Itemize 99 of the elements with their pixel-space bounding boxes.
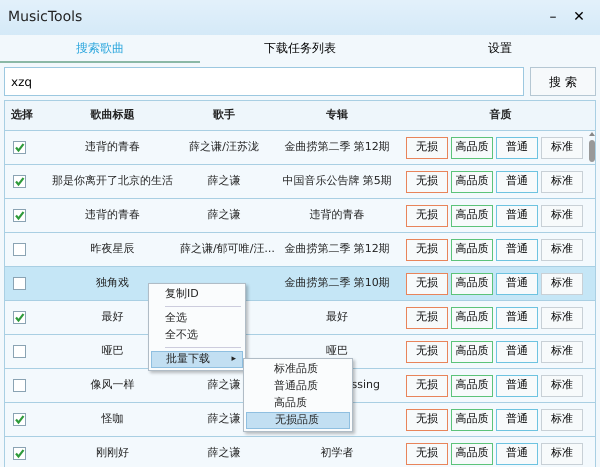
checkbox[interactable] [13,447,26,460]
column-header: 专辑 [325,107,349,124]
quality-button[interactable]: 标准 [541,170,583,192]
table-cell: 违背的青春 [85,208,140,222]
table-cell: 昨夜星辰 [90,242,134,256]
quality-button[interactable]: 普通 [496,442,538,464]
table-row[interactable]: 那是你离开了北京的生活 薛之谦 中国音乐公告牌 第5期 无损 高品质 普通 标准 [5,165,595,199]
quality-button[interactable]: 普通 [496,272,538,294]
table-cell: 像风一样 [90,378,134,392]
checkbox[interactable] [13,277,26,290]
search-button[interactable]: 搜 索 [530,67,596,96]
checkbox[interactable] [13,311,26,324]
menu-item[interactable]: 普通品质 [246,378,350,395]
table-cell: 薛之谦 [208,412,240,426]
submenu-arrow-icon: ▸ [231,352,236,366]
quality-button[interactable]: 普通 [496,340,538,362]
tab[interactable]: 设置 [400,35,600,63]
search-field[interactable]: xzq [4,67,524,96]
minimize-button[interactable]: – [540,7,566,28]
quality-button[interactable]: 高品质 [451,170,493,192]
table-cell: 独角戏 [96,276,129,290]
table-row[interactable]: 昨夜星辰 薛之谦/郁可唯/汪... 金曲捞第二季 第12期 无损 高品质 普通 标准 [5,233,595,267]
quality-button[interactable]: 普通 [496,170,538,192]
table-cell: ssing [352,378,380,392]
column-header: 音质 [488,107,512,124]
quality-button[interactable]: 高品质 [451,238,493,260]
quality-button[interactable]: 无损 [406,408,448,430]
quality-button[interactable]: 无损 [406,340,448,362]
table-cell: 金曲捞第二季 第12期 [284,140,390,154]
checkbox[interactable] [13,209,26,222]
quality-button[interactable]: 高品质 [451,136,493,158]
quality-button[interactable]: 高品质 [451,204,493,226]
table-cell: 中国音乐公告牌 第5期 [282,174,392,188]
table-cell: 薛之谦 [208,378,240,392]
table-cell: 违背的青春 [85,140,140,154]
tab[interactable]: 下载任务列表 [200,35,400,63]
quality-button[interactable]: 无损 [406,306,448,328]
menu-item[interactable]: 批量下载 ▸ [151,351,243,368]
table-cell: 薛之谦 [208,446,240,460]
menu-item[interactable]: 复制ID [151,286,243,303]
quality-button[interactable]: 高品质 [451,442,493,464]
table-cell: 违背的青春 [310,208,364,222]
quality-button[interactable]: 高品质 [451,340,493,362]
checkbox[interactable] [13,141,26,154]
table-cell: 薛之谦/汪苏泷 [189,140,259,154]
checkbox[interactable] [13,243,26,256]
close-button[interactable]: ✕ [566,7,592,28]
quality-button[interactable]: 无损 [406,442,448,464]
quality-button[interactable]: 高品质 [451,272,493,294]
table-cell: 哑巴 [102,344,124,358]
table-cell: 薛之谦/郁可唯/汪... [180,242,275,256]
column-header: 选择 [10,107,34,124]
menu-item[interactable]: 无损品质 [246,412,350,429]
table-cell: 金曲捞第二季 第10期 [284,276,390,290]
checkbox[interactable] [13,345,26,358]
table-row[interactable]: 刚刚好 薛之谦 初学者 无损 高品质 普通 标准 [5,437,595,467]
column-header: 歌曲标题 [89,107,136,124]
checkbox[interactable] [13,379,26,392]
table-row[interactable]: 违背的青春 薛之谦 违背的青春 无损 高品质 普通 标准 [5,199,595,233]
quality-button[interactable]: 无损 [406,272,448,294]
quality-button[interactable]: 标准 [541,442,583,464]
quality-button[interactable]: 普通 [496,306,538,328]
quality-button[interactable]: 标准 [541,374,583,396]
menu-item[interactable]: 全选 [151,310,243,327]
table-cell: 怪咖 [102,412,124,426]
window-title: MusicTools [8,8,84,27]
quality-button[interactable]: 高品质 [451,374,493,396]
table-cell: 金曲捞第二季 第12期 [284,242,390,256]
quality-button[interactable]: 标准 [541,408,583,430]
table-cell: 薛之谦 [208,174,240,188]
table-cell: 哑巴 [326,344,348,358]
quality-button[interactable]: 标准 [541,306,583,328]
quality-button[interactable]: 普通 [496,408,538,430]
quality-button[interactable]: 普通 [496,136,538,158]
table-cell: 初学者 [320,446,354,460]
table-cell: 那是你离开了北京的生活 [52,174,173,188]
table-cell: 薛之谦 [208,208,240,222]
quality-button[interactable]: 标准 [541,238,583,260]
quality-button[interactable]: 普通 [496,204,538,226]
quality-button[interactable]: 标准 [541,340,583,362]
quality-button[interactable]: 标准 [541,272,583,294]
column-header: 歌手 [212,107,236,124]
table-cell: 最好 [326,310,348,324]
quality-button[interactable]: 无损 [406,170,448,192]
quality-button[interactable]: 高品质 [451,306,493,328]
quality-button[interactable]: 标准 [541,136,583,158]
checkbox[interactable] [13,175,26,188]
checkbox[interactable] [13,413,26,426]
quality-button[interactable]: 普通 [496,238,538,260]
quality-button[interactable]: 无损 [406,136,448,158]
quality-button[interactable]: 高品质 [451,408,493,430]
quality-button[interactable]: 无损 [406,374,448,396]
quality-button[interactable]: 无损 [406,204,448,226]
quality-button[interactable]: 普通 [496,374,538,396]
quality-button[interactable]: 无损 [406,238,448,260]
table-cell: 刚刚好 [96,446,129,460]
quality-button[interactable]: 标准 [541,204,583,226]
table-row[interactable]: 违背的青春 薛之谦/汪苏泷 金曲捞第二季 第12期 无损 高品质 普通 标准 [5,131,595,165]
table-cell: 最好 [102,310,124,324]
